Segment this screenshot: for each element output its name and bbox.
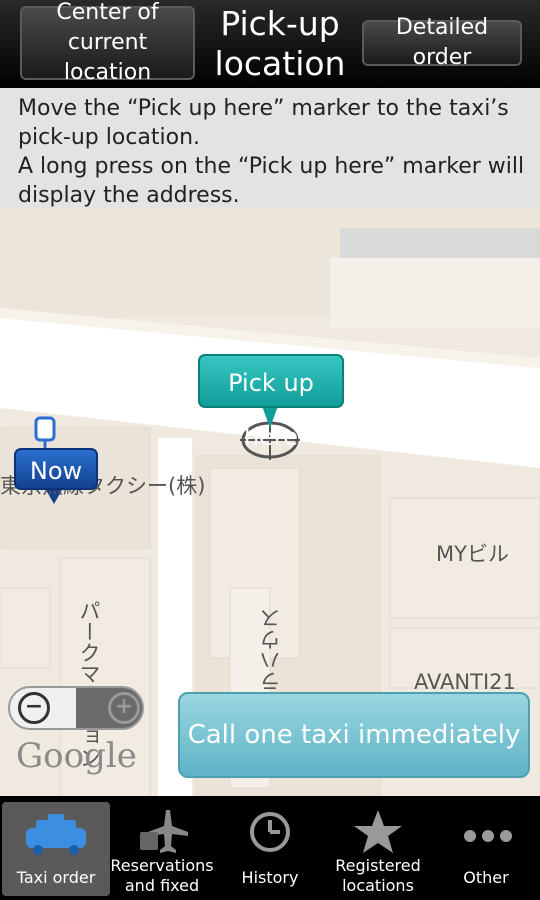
header-bar: Center of current location Pick-up locat… [0,0,540,88]
nav-label: Reservations and fixed [110,856,214,895]
nav-label: Other [463,868,509,887]
nav-label: Registered locations [335,856,421,895]
nav-label: History [241,868,299,887]
taxi-icon [26,814,86,855]
star-icon [354,810,402,853]
instructions-panel: Move the “Pick up here” marker to the ta… [0,88,540,208]
google-logo: Google [16,736,137,776]
bottom-navigation: Taxi order Reservations and fixed Histor… [0,796,540,900]
pick-up-here-marker[interactable]: Pick up here [198,354,344,451]
clock-icon [250,812,290,852]
nav-label: Taxi order [16,868,96,887]
more-dots-icon [464,830,512,842]
center-location-button[interactable]: Center of current location [20,0,195,85]
map-label-myb: MYビル [436,542,509,566]
nav-reservations[interactable]: Reservations and fixed [108,802,216,896]
nav-other[interactable]: Other [432,802,540,896]
instruction-line-2: A long press on the “Pick up here” marke… [18,154,525,208]
instruction-line-1: Move the “Pick up here” marker to the ta… [18,96,509,150]
call-taxi-button[interactable]: Call one taxi immediately [178,692,530,778]
nav-taxi-order[interactable]: Taxi order [2,802,110,896]
airplane-icon [140,810,188,853]
current-location-marker[interactable]: Now [14,448,98,490]
zoom-out-button[interactable]: − [18,692,50,724]
map-view[interactable]: 東京無線タクシー(株) MYビル AVANTI21 パークマンション サクラハウ… [0,208,540,796]
detailed-order-button[interactable]: Detailed order [362,15,522,70]
page-title: Pick-up location [214,4,346,83]
zoom-in-button[interactable]: + [108,692,140,724]
zoom-control: − + [8,686,144,730]
nav-history[interactable]: History [216,802,324,896]
nav-registered-locations[interactable]: Registered locations [324,802,432,896]
map-label-avanti: AVANTI21 [414,670,516,694]
